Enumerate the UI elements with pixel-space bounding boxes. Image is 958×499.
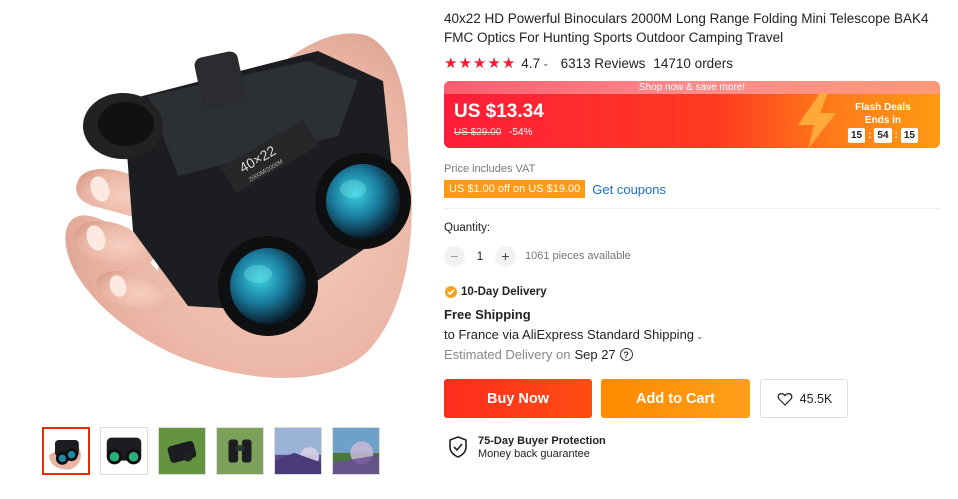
current-price: US $13.34 [454,101,544,122]
thumbnail-1[interactable] [42,427,90,475]
star-icon: ★ [444,54,458,72]
coupon-row: US $1.00 off on US $19.00 Get coupons [444,180,940,198]
binoculars-in-hand-image: 40×22 2000M/2000M [38,6,418,406]
chevron-down-icon[interactable]: ⌄ [696,331,704,341]
delivery-badge-label: 10-Day Delivery [461,286,547,298]
thumbnail-5[interactable] [274,427,322,475]
thumbnail-strip [42,427,380,475]
star-icon: ★ [501,54,516,72]
countdown-timer: 15 : 54 : 15 [847,128,918,143]
heart-icon [777,392,793,406]
thumbnail-4[interactable] [216,427,264,475]
timer-minutes: 54 [874,128,892,143]
quantity-input[interactable]: 1 [465,249,495,263]
wishlist-button[interactable]: 45.5K [760,379,848,418]
protection-title: 75-Day Buyer Protection [478,435,606,447]
shipping-destination[interactable]: to France via AliExpress Standard Shippi… [444,327,694,342]
rating-row: ★ ★ ★ ★ ★ 4.7 ⌄ 6313 Reviews 14710 order… [444,54,940,72]
delivery-badge: 10-Day Delivery [444,285,940,299]
estimated-delivery: Estimated Delivery on Sep 27 ? [444,347,940,362]
star-icon: ★ [472,54,487,72]
thumbnail-6[interactable] [332,427,380,475]
discount-percent: -54% [509,127,533,138]
wishlist-count: 45.5K [799,391,833,406]
binoculars-field-thumb [217,428,263,474]
orders-count: 14710 orders [653,55,733,71]
main-product-image[interactable]: 40×22 2000M/2000M [38,6,418,406]
star-icon: ★ [487,54,501,72]
vat-note: Price includes VAT [444,163,536,175]
timer-hours: 15 [847,128,866,143]
binoculars-hand-thumb [44,429,88,473]
rating-value[interactable]: 4.7 [521,56,540,71]
original-price-row: US $29.00 -54% [454,127,532,138]
buy-now-button[interactable]: Buy Now [444,379,592,418]
scenery-video-thumb [275,428,321,474]
buyer-protection[interactable]: 75-Day Buyer Protection Money back guara… [444,435,940,461]
estimated-delivery-label: Estimated Delivery on [444,347,571,362]
get-coupons-link[interactable]: Get coupons [592,182,666,197]
quantity-label: Quantity: [444,222,491,234]
thumbnail-3[interactable] [158,427,206,475]
chevron-down-icon[interactable]: ⌄ [542,58,550,69]
scenery-view-thumb [333,428,379,474]
lightning-bolt-icon [798,93,836,148]
estimated-delivery-date: Sep 27 [574,347,616,362]
thumbnail-2[interactable] [100,427,148,475]
flash-deals-title: Flash Deals [855,102,911,113]
product-title: 40x22 HD Powerful Binoculars 2000M Long … [444,11,929,45]
help-icon[interactable]: ? [619,348,633,361]
shield-check-icon [449,436,467,458]
coupon-badge[interactable]: US $1.00 off on US $19.00 [444,180,586,198]
binoculars-black-thumb [101,428,147,474]
star-icon: ★ [458,54,472,72]
banner-promo-text: Shop now & save more! [444,81,940,94]
free-shipping: Free Shipping [444,307,531,322]
quantity-plus-button[interactable]: + [495,245,516,267]
divider [444,208,940,209]
timer-separator: : [894,130,898,141]
binoculars-grass-thumb [159,428,205,474]
shipping-method[interactable]: to France via AliExpress Standard Shippi… [444,327,940,342]
price-banner: Shop now & save more! US $13.34 US $29.0… [444,81,940,148]
rating-stars: ★ ★ ★ ★ ★ [444,56,515,71]
delivery-badge-icon [445,286,457,298]
add-to-cart-button[interactable]: Add to Cart [601,379,750,418]
quantity-minus-button[interactable]: − [444,245,465,267]
ends-in-label: Ends in [864,115,902,126]
timer-separator: : [868,130,872,141]
quantity-stepper: − 1 + 1061 pieces available [444,245,940,267]
reviews-link[interactable]: 6313 Reviews [561,56,646,71]
flash-deals: Flash Deals Ends in 15 : 54 : 15 [847,101,918,143]
product-info: 40x22 HD Powerful Binoculars 2000M Long … [444,0,940,461]
timer-seconds: 15 [900,128,918,143]
original-price: US $29.00 [454,127,502,138]
protection-subtitle: Money back guarantee [478,448,590,460]
pieces-available: 1061 pieces available [525,250,631,262]
action-buttons: Buy Now Add to Cart 45.5K [444,379,940,418]
